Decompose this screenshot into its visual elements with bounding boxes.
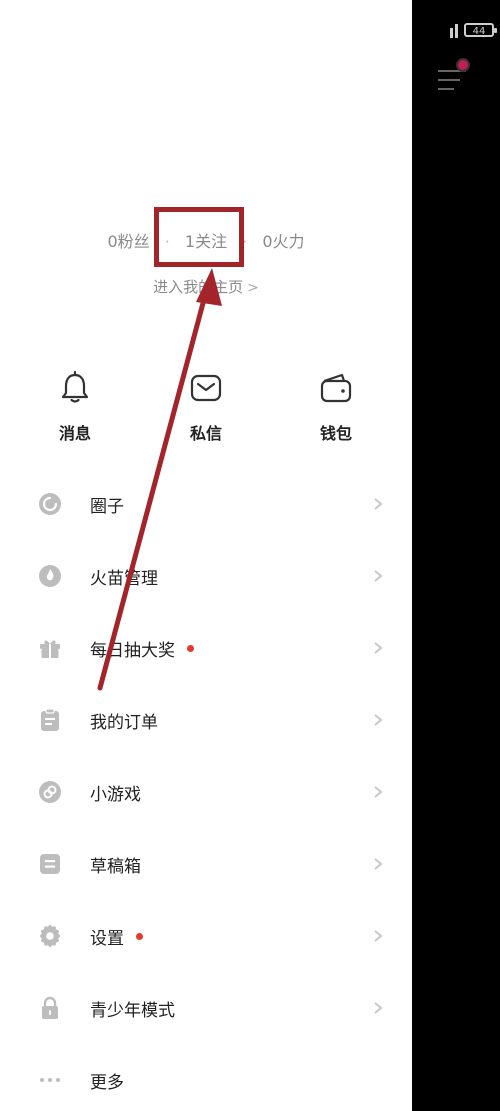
notification-dot <box>456 58 470 72</box>
private-message-button[interactable]: 私信 <box>166 370 246 444</box>
menu-item-label: 小游戏 <box>90 784 141 805</box>
menu-item-label: 我的订单 <box>90 712 158 733</box>
chevron-right-icon <box>374 570 383 582</box>
game-icon <box>39 781 61 803</box>
enter-homepage-link[interactable]: 进入我的主页 > <box>0 276 412 297</box>
menu-item-label: 圈子 <box>90 496 124 517</box>
chevron-right-icon <box>374 642 383 654</box>
wallet-label: 钱包 <box>319 424 352 443</box>
menu-item-drafts[interactable]: 草稿箱 <box>0 828 412 900</box>
notification-dot <box>187 645 194 652</box>
chevron-right-icon <box>374 498 383 510</box>
chevron-right-icon <box>374 858 383 870</box>
menu-item-label: 设置 <box>90 924 143 949</box>
firepower-count[interactable]: 0火力 <box>262 228 304 252</box>
notification-dot <box>136 933 143 940</box>
chevron-right-icon: > <box>247 280 259 296</box>
more-icon <box>40 1078 60 1082</box>
chevron-right-icon <box>374 930 383 942</box>
menu-item-text: 每日抽大奖 <box>90 640 175 661</box>
menu-item-flame[interactable]: 火苗管理 <box>0 540 412 612</box>
menu-item-daily-lottery[interactable]: 每日抽大奖 <box>0 612 412 684</box>
messages-label: 消息 <box>58 424 91 443</box>
quick-actions: 消息 私信 钱包 <box>0 370 412 450</box>
menu-item-settings[interactable]: 设置 <box>0 900 412 972</box>
bell-icon <box>61 370 89 403</box>
clipboard-icon <box>41 708 59 731</box>
homepage-link-label: 进入我的主页 <box>153 278 244 296</box>
gear-icon <box>39 924 61 948</box>
menu-icon[interactable] <box>438 58 470 96</box>
menu-item-label: 更多 <box>90 1072 124 1093</box>
menu-item-teen-mode[interactable]: 青少年模式 <box>0 972 412 1044</box>
private-message-label: 私信 <box>189 424 222 443</box>
background-page-overlay[interactable]: 44 <box>412 0 500 1111</box>
menu-item-orders[interactable]: 我的订单 <box>0 684 412 756</box>
annotation-highlight-box <box>154 207 244 267</box>
signal-icon <box>450 22 458 38</box>
fans-count[interactable]: 0粉丝 <box>107 228 149 252</box>
status-bar: 44 <box>450 22 497 38</box>
lock-icon <box>42 996 58 1019</box>
gift-icon <box>40 640 60 658</box>
menu-item-label: 青少年模式 <box>90 1000 175 1021</box>
side-drawer: 0粉丝 · 1关注 · 0火力 进入我的主页 > 消息 私信 钱包 圈子 火苗管… <box>0 0 412 1111</box>
menu-item-more[interactable]: 更多 <box>0 1044 412 1111</box>
circle-icon <box>39 493 61 515</box>
chevron-right-icon <box>374 714 383 726</box>
wallet-button[interactable]: 钱包 <box>296 370 376 444</box>
menu-item-label: 每日抽大奖 <box>90 636 194 661</box>
flame-icon <box>39 565 61 587</box>
chevron-right-icon <box>374 786 383 798</box>
menu-item-mini-games[interactable]: 小游戏 <box>0 756 412 828</box>
wallet-icon <box>320 373 352 403</box>
menu-list: 圈子 火苗管理 每日抽大奖 我的订单 小游戏 草稿箱 设置 青少年模式 更多 <box>0 468 412 1111</box>
battery-icon: 44 <box>464 23 497 37</box>
menu-item-label: 火苗管理 <box>90 568 158 589</box>
chevron-right-icon <box>374 1002 383 1014</box>
menu-item-label: 草稿箱 <box>90 856 141 877</box>
mail-icon <box>190 374 222 402</box>
drafts-icon <box>40 854 60 874</box>
menu-item-circle[interactable]: 圈子 <box>0 468 412 540</box>
messages-button[interactable]: 消息 <box>35 370 115 444</box>
menu-item-text: 设置 <box>90 928 124 949</box>
